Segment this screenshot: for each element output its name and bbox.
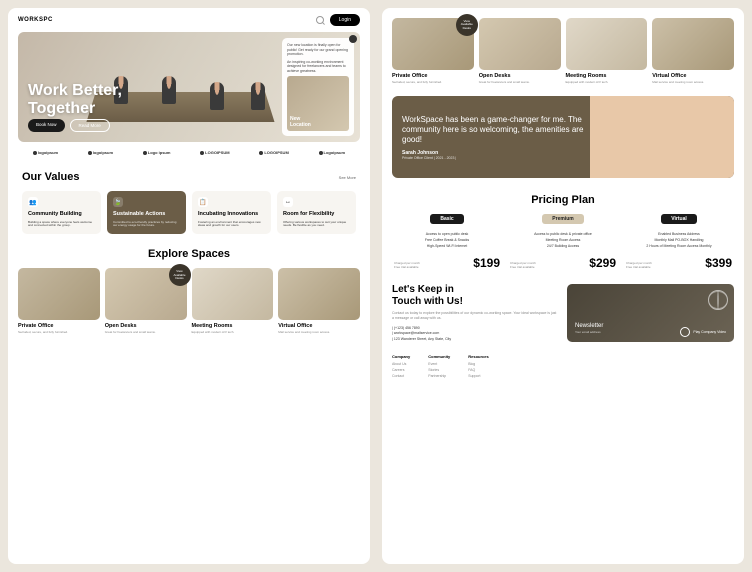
contact-desc: Contact us today to explore the possibil… xyxy=(392,311,559,320)
footer-heading: Company xyxy=(392,354,410,359)
pricing-title: Pricing Plan xyxy=(382,194,744,206)
space-open-desks[interactable]: Open Desks Great for freelancers and sma… xyxy=(479,18,561,84)
header: WORKSPC Login xyxy=(8,8,370,32)
plan-badge: Virtual xyxy=(661,214,696,224)
promo-text-2: An inspiring co-working environment desi… xyxy=(287,60,349,74)
space-image xyxy=(566,18,648,70)
brand-logo[interactable]: WORKSPC xyxy=(18,17,53,23)
plan-virtual[interactable]: Virtual Enabled Business Address Monthly… xyxy=(624,214,734,270)
space-image xyxy=(278,268,360,320)
testimonial-role: Private Office Client | 2021 - 2023 | xyxy=(402,156,595,160)
plan-price: $199 xyxy=(473,256,500,270)
contact-address: | 123 Wanderer Street, Any State, City xyxy=(392,337,559,342)
values-title: Our Values xyxy=(22,171,79,183)
plan-badge: Basic xyxy=(430,214,463,224)
space-image xyxy=(192,268,274,320)
view-desks-badge[interactable]: View Available Desks xyxy=(169,264,191,286)
testimonial-photo xyxy=(590,96,734,178)
value-card-sustainable[interactable]: 🍃 Sustainable Actions Committed to eco-f… xyxy=(107,191,186,234)
plan-price: $399 xyxy=(705,256,732,270)
play-video-button[interactable]: Play Company Video xyxy=(680,327,726,337)
space-image xyxy=(479,18,561,70)
footer-link[interactable]: About Us xyxy=(392,362,410,366)
space-private-office[interactable]: View Available Desks Private Office Secl… xyxy=(392,18,474,84)
testimonial: WorkSpace has been a game-changer for me… xyxy=(392,96,734,178)
footer-link[interactable]: Event xyxy=(428,362,450,366)
footer-link[interactable]: FAQ xyxy=(468,368,488,372)
newsletter-title: Newsletter xyxy=(575,323,603,329)
promo-image[interactable]: NewLocation xyxy=(287,76,349,131)
explore-title: Explore Spaces xyxy=(8,248,370,260)
space-image: View Available Desks xyxy=(105,268,187,320)
login-button[interactable]: Login xyxy=(330,14,360,26)
footer: Company About Us Careers Contact Communi… xyxy=(382,350,744,386)
book-now-button[interactable]: Book Now xyxy=(28,119,65,132)
community-icon: 👥 xyxy=(28,197,38,207)
partner-logo: logoipsum xyxy=(33,150,58,155)
contact-title: Let's Keep inTouch with Us! xyxy=(392,284,559,307)
search-icon[interactable] xyxy=(316,16,324,24)
partner-logos: logoipsum logoipsum Logo ipsum LOGOIPSUM… xyxy=(8,142,370,163)
plan-badge: Premium xyxy=(542,214,583,224)
value-card-incubating[interactable]: 📋 Incubating Innovations Fostering an en… xyxy=(192,191,271,234)
footer-link[interactable]: Contact xyxy=(392,374,410,378)
partner-logo: logoipsum xyxy=(88,150,113,155)
value-card-flexibility[interactable]: ↔ Room for Flexibility Offering various … xyxy=(277,191,356,234)
footer-heading: Community xyxy=(428,354,450,359)
promo-text: Our new location is finally open for pub… xyxy=(287,43,349,57)
newsletter-input[interactable]: Your email address xyxy=(575,330,603,334)
space-meeting-rooms[interactable]: Meeting Rooms Equipped with modern A/V t… xyxy=(566,18,648,84)
space-image: View Available Desks xyxy=(392,18,474,70)
hero: Work Better,Together Book Now Read More … xyxy=(18,32,360,142)
flex-icon: ↔ xyxy=(283,197,293,207)
footer-link[interactable]: Support xyxy=(468,374,488,378)
close-icon[interactable] xyxy=(349,35,357,43)
footer-link[interactable]: Partnership xyxy=(428,374,450,378)
space-meeting-rooms[interactable]: Meeting Rooms Equipped with modern A/V t… xyxy=(192,268,274,334)
partner-logo: LOGOIPSUM xyxy=(259,150,288,155)
footer-link[interactable]: Careers xyxy=(392,368,410,372)
view-desks-badge[interactable]: View Available Desks xyxy=(456,14,478,36)
space-image xyxy=(652,18,734,70)
space-virtual-office[interactable]: Virtual Office Mail service and meeting … xyxy=(278,268,360,334)
newsletter-card: Newsletter Your email address Play Compa… xyxy=(567,284,734,342)
hero-promo-card: Our new location is finally open for pub… xyxy=(282,38,354,136)
space-private-office[interactable]: Private Office Secluded, secure, and ful… xyxy=(18,268,100,334)
space-virtual-office[interactable]: Virtual Office Mail service and meeting … xyxy=(652,18,734,84)
footer-link[interactable]: Blog xyxy=(468,362,488,366)
testimonial-quote: WorkSpace has been a game-changer for me… xyxy=(402,115,595,145)
plan-basic[interactable]: Basic Access to open public desk Free Co… xyxy=(392,214,502,270)
partner-logo: LOGOIPSUM xyxy=(200,150,229,155)
globe-icon xyxy=(708,290,728,310)
partner-logo: Logoipsum xyxy=(319,150,346,155)
value-card-community[interactable]: 👥 Community Building Building a space wh… xyxy=(22,191,101,234)
space-open-desks[interactable]: View Available Desks Open Desks Great fo… xyxy=(105,268,187,334)
see-more-link[interactable]: See More xyxy=(339,175,356,180)
read-more-button[interactable]: Read More xyxy=(70,119,110,132)
partner-logo: Logo ipsum xyxy=(143,150,171,155)
plan-premium[interactable]: Premium Access to public desk & private … xyxy=(508,214,618,270)
space-image xyxy=(18,268,100,320)
leaf-icon: 🍃 xyxy=(113,197,123,207)
footer-heading: Resources xyxy=(468,354,488,359)
footer-link[interactable]: Stories xyxy=(428,368,450,372)
plan-price: $299 xyxy=(589,256,616,270)
clipboard-icon: 📋 xyxy=(198,197,208,207)
